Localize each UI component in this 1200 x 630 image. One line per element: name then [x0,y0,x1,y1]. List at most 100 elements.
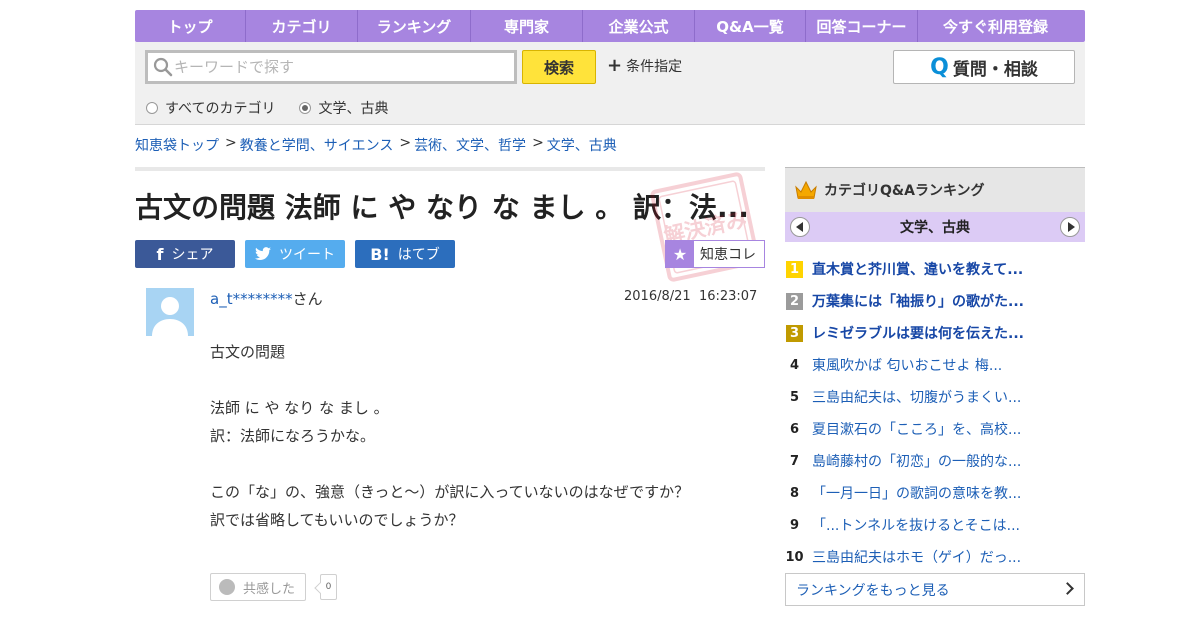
collect-label: 知恵コレ [700,247,756,263]
share-hb-label: はてブ [397,247,440,263]
breadcrumb-separator: > [399,135,412,151]
radio-all-label: すべてのカテゴリ [165,101,276,117]
ranking-list: 1 直木賞と芥川賞、違いを教えて... 2 万葉集には「袖振り」の歌がた... 3 レミゼ… [785,253,1085,573]
post-time: 16:23:07 [698,289,758,304]
arrow-right-icon [1067,222,1075,232]
ranking-number: 6 [789,421,800,437]
ranking-number: 9 [789,517,800,533]
share-facebook-button[interactable]: f シェア [135,240,235,268]
more-ranking-label: ランキングをもっと見る [796,582,950,599]
question-author: a_t********さん [210,288,323,309]
empathy-button[interactable]: 共感した [210,573,306,601]
arrow-left-icon [795,222,803,232]
ranking-link[interactable]: 万葉集には「袖振り」の歌がた... [812,291,1024,311]
ranking-link[interactable]: 直木賞と芥川賞、違いを教えて... [812,259,1023,279]
ranking-item[interactable]: 2 万葉集には「袖振り」の歌がた... [785,285,1085,317]
ranking-category: 文学、古典 [900,220,970,236]
title-divider [135,167,765,171]
ranking-header: カテゴリQ&Aランキング [785,167,1085,212]
condition-label: 条件指定 [626,59,683,75]
ranking-link[interactable]: 夏目漱石の「こころ」を、高校... [812,419,1021,439]
author-link[interactable]: a_t******** [210,290,293,308]
ask-label: 質問・相談 [952,59,1038,80]
category-radio-group: すべてのカテゴリ 文学、古典 [146,98,412,118]
breadcrumb: 知恵袋トップ > 教養と学問、サイエンス > 芸術、文学、哲学 > 文学、古典 [135,135,617,155]
star-icon: ★ [666,241,694,267]
ask-question-button[interactable]: Q 質問・相談 [893,50,1075,84]
ranking-number: 1 [786,260,803,278]
breadcrumb-item[interactable]: 芸術、文学、哲学 [414,135,526,155]
ranking-number: 10 [785,549,804,565]
radio-all-categories[interactable]: すべてのカテゴリ [146,98,275,118]
ranking-link[interactable]: 三島由紀夫は、切腹がうまくい... [812,387,1021,407]
nav-item[interactable]: ランキング [358,10,471,42]
ranking-item[interactable]: 6 夏目漱石の「こころ」を、高校... [785,413,1085,445]
ranking-item[interactable]: 9 「...トンネルを抜けるとそこは... [785,509,1085,541]
nav-item[interactable]: トップ [135,10,246,42]
nav-item[interactable]: 企業公式 [583,10,695,42]
ranking-link[interactable]: 「...トンネルを抜けるとそこは... [812,515,1020,535]
search-box[interactable] [145,50,517,84]
ranking-item[interactable]: 7 島崎藤村の「初恋」の一般的な... [785,445,1085,477]
nav-item[interactable]: 専門家 [471,10,583,42]
more-ranking-link[interactable]: ランキングをもっと見る [785,573,1085,606]
breadcrumb-item[interactable]: 知恵袋トップ [135,135,219,155]
search-icon [153,57,173,77]
ranking-item[interactable]: 1 直木賞と芥川賞、違いを教えて... [785,253,1085,285]
resolved-stamp-icon: 解決済み [650,172,760,282]
share-tw-label: ツイート [279,247,335,263]
ranking-item[interactable]: 10 三島由紀夫はホモ（ゲイ）だっ... [785,541,1085,573]
ranking-number: 3 [786,324,803,342]
breadcrumb-separator: > [532,135,544,151]
ranking-link[interactable]: 東風吹かば 匂いおこせよ 梅... [812,355,1002,375]
twitter-bird-icon [255,247,271,260]
condition-link[interactable]: + 条件指定 [607,56,682,76]
nav-item[interactable]: カテゴリ [246,10,358,42]
question-body-line [210,366,750,394]
avatar[interactable] [146,288,194,336]
breadcrumb-item[interactable]: 文学、古典 [547,135,617,155]
search-input[interactable] [174,58,504,76]
chie-collection-button[interactable]: ★ 知恵コレ [665,240,765,268]
post-datetime: 2016/8/21 16:23:07 [624,289,757,304]
chevron-right-icon [1061,582,1074,595]
ranking-prev-button[interactable] [790,217,810,237]
plus-icon: + [607,55,623,76]
ranking-link[interactable]: レミゼラブルは要は何を伝えた... [812,323,1024,343]
share-fb-label: シェア [171,247,214,263]
ranking-number: 8 [789,485,800,501]
page-title: 古文の問題 法師 に や なり な まし 。 訳：法... [135,191,749,224]
ranking-title: カテゴリQ&Aランキング [824,183,985,199]
global-nav: トップ カテゴリ ランキング 専門家 企業公式 Q&A一覧 回答コーナー 今すぐ利用登録 [135,10,1085,42]
ranking-link[interactable]: 島崎藤村の「初恋」の一般的な... [812,451,1021,471]
empathy-count: 0 [320,574,337,600]
share-twitter-button[interactable]: ツイート [245,240,345,268]
ranking-number: 2 [786,292,803,310]
ranking-number: 7 [789,453,800,469]
ranking-item[interactable]: 4 東風吹かば 匂いおこせよ 梅... [785,349,1085,381]
hatena-bookmark-icon: B! [370,244,390,264]
ranking-next-button[interactable] [1060,217,1080,237]
radio-cat-label: 文学、古典 [318,101,389,117]
ranking-link[interactable]: 「一月一日」の歌詞の意味を教... [812,483,1021,503]
ranking-number: 4 [789,357,800,373]
nav-item[interactable]: 回答コーナー [806,10,918,42]
author-suffix: さん [292,290,323,308]
post-date: 2016/8/21 [624,289,691,304]
ranking-number: 5 [789,389,800,405]
breadcrumb-item[interactable]: 教養と学問、サイエンス [240,135,394,155]
ranking-category-bar: 文学、古典 [785,212,1085,242]
nav-item[interactable]: 今すぐ利用登録 [918,10,1073,42]
question-body-line: 訳では省略してもいいのでしょうか？ [210,511,464,529]
search-area: 検索 + 条件指定 Q 質問・相談 すべてのカテゴリ 文学、古典 [135,42,1085,125]
ranking-item[interactable]: 5 三島由紀夫は、切腹がうまくい... [785,381,1085,413]
ranking-item[interactable]: 8 「一月一日」の歌詞の意味を教... [785,477,1085,509]
q-logo-icon: Q [930,54,949,80]
nav-item[interactable]: Q&A一覧 [695,10,806,42]
radio-current-category[interactable]: 文学、古典 [299,98,388,118]
ranking-link[interactable]: 三島由紀夫はホモ（ゲイ）だっ... [812,547,1021,567]
radio-dot-selected-icon [299,102,312,114]
search-button[interactable]: 検索 [522,50,596,84]
ranking-item[interactable]: 3 レミゼラブルは要は何を伝えた... [785,317,1085,349]
share-hatena-button[interactable]: B! はてブ [355,240,455,268]
